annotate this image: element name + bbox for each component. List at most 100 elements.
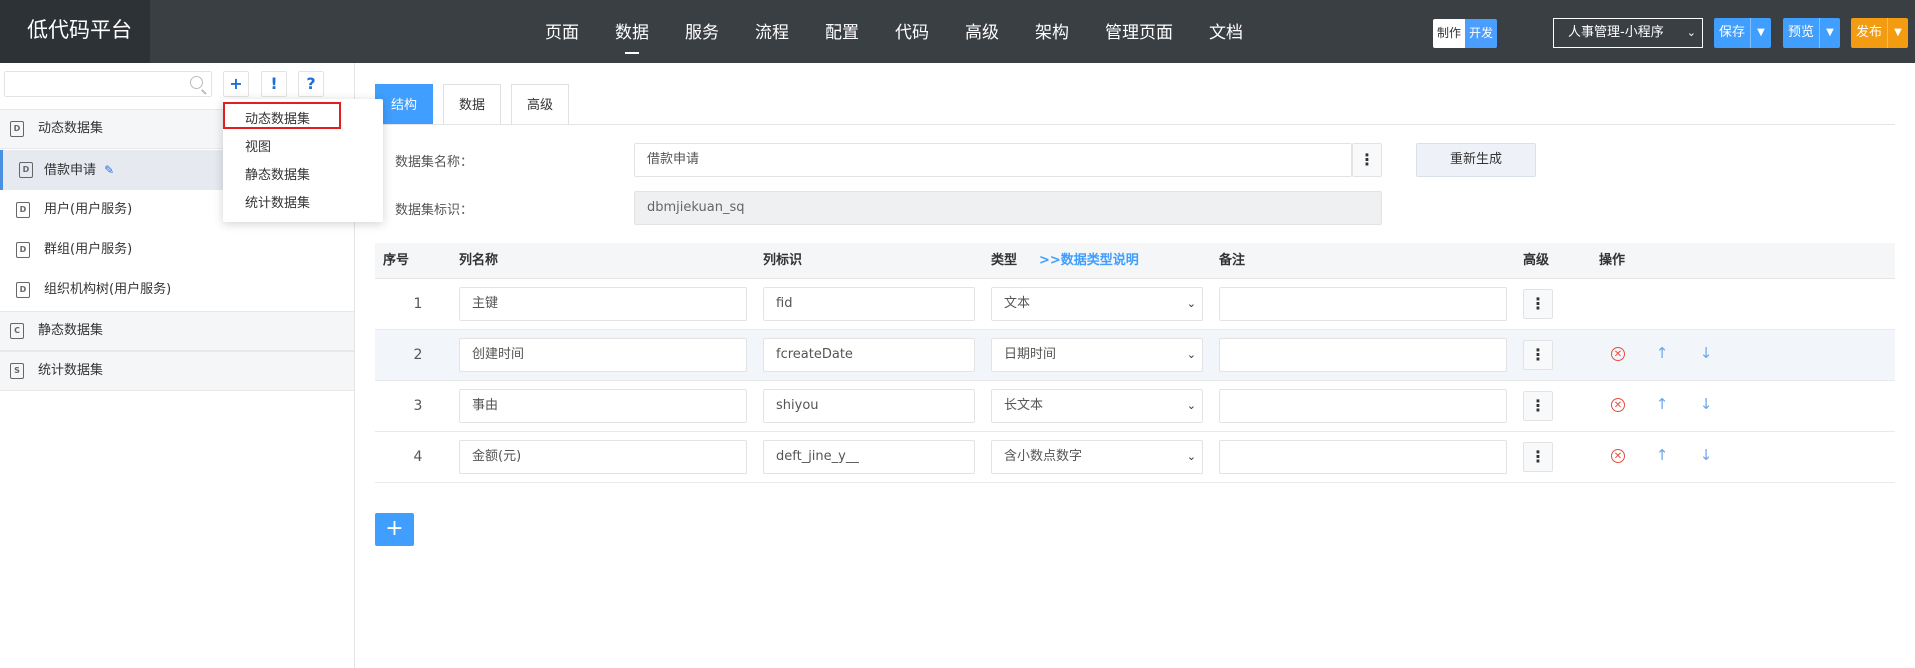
col-name-header: 列名称 — [459, 253, 499, 268]
tree-group-statistics[interactable]: S 统计数据集 — [0, 351, 354, 391]
chevron-down-icon: ⌄ — [1186, 399, 1196, 412]
col-op-header: 操作 — [1599, 253, 1626, 268]
arrow-up-icon[interactable]: ↑ — [1654, 396, 1670, 412]
info-button[interactable]: ! — [261, 71, 287, 97]
column-id-input[interactable]: deft_jine_y__ — [763, 440, 975, 474]
preview-button-label: 预览 — [1788, 25, 1815, 40]
column-remark-input[interactable] — [1219, 440, 1507, 474]
delete-icon[interactable]: ✕ — [1611, 398, 1625, 412]
app-select[interactable]: 人事管理-小程序 ⌄ — [1553, 18, 1703, 48]
menu-item-static-dataset[interactable]: 静态数据集 — [245, 164, 310, 183]
delete-icon[interactable]: ✕ — [1611, 449, 1625, 463]
table-row: 1 主键 fid 文本 ⌄ ⋮ — [375, 279, 1895, 330]
nav-docs[interactable]: 文档 — [1191, 0, 1261, 63]
chevron-down-icon: ⌄ — [1186, 450, 1196, 463]
mode-dev-option[interactable]: 开发 — [1465, 19, 1498, 48]
col-type-header: 类型 — [991, 253, 1018, 268]
arrow-down-icon[interactable]: ↓ — [1698, 345, 1714, 361]
add-button[interactable]: + — [223, 71, 249, 97]
tree-item-label: 借款申请 — [44, 163, 97, 178]
column-type-value: 日期时间 — [1004, 347, 1057, 362]
save-button-label: 保存 — [1719, 25, 1746, 40]
menu-item-view[interactable]: 视图 — [245, 136, 271, 155]
column-name-input[interactable]: 金额(元) — [459, 440, 747, 474]
caret-down-icon[interactable]: ▼ — [1750, 18, 1771, 48]
tab-structure[interactable]: 结构 — [375, 84, 434, 125]
tree-item-group[interactable]: D 群组(用户服务) — [0, 230, 354, 270]
column-name-input[interactable]: 事由 — [459, 389, 747, 423]
column-remark-input[interactable] — [1219, 338, 1507, 372]
search-input[interactable] — [4, 71, 212, 97]
pencil-icon[interactable]: ✎ — [104, 150, 114, 190]
arrow-down-icon[interactable]: ↓ — [1698, 396, 1714, 412]
more-options-icon[interactable]: ⋮ — [1523, 289, 1553, 319]
preview-button[interactable]: 预览 ▼ — [1783, 18, 1841, 48]
column-type-value: 含小数点数字 — [1004, 449, 1083, 464]
tab-data[interactable]: 数据 — [443, 84, 502, 125]
nav-page[interactable]: 页面 — [527, 0, 597, 63]
tree-group-static[interactable]: C 静态数据集 — [0, 311, 354, 351]
column-id-input[interactable]: fid — [763, 287, 975, 321]
arrow-down-icon[interactable]: ↓ — [1698, 447, 1714, 463]
type-help-link[interactable]: >>数据类型说明 — [1039, 243, 1139, 279]
delete-icon[interactable]: ✕ — [1611, 347, 1625, 361]
dataset-icon: D — [16, 202, 30, 218]
table-row: 3 事由 shiyou 长文本 ⌄ ⋮ ✕ ↑ ↓ — [375, 381, 1895, 432]
nav-flow[interactable]: 流程 — [737, 0, 807, 63]
column-remark-input[interactable] — [1219, 389, 1507, 423]
dataset-icon: D — [19, 162, 33, 178]
search-icon[interactable] — [190, 76, 203, 89]
mode-make-option[interactable]: 制作 — [1433, 19, 1466, 48]
dataset-icon: D — [16, 242, 30, 258]
tree-item-label: 群组(用户服务) — [44, 242, 133, 257]
publish-button[interactable]: 发布 ▼ — [1851, 18, 1909, 48]
row-index: 1 — [413, 296, 423, 312]
menu-item-statistics-dataset[interactable]: 统计数据集 — [245, 192, 310, 211]
nav-data[interactable]: 数据 — [597, 0, 667, 63]
chevron-down-icon: ⌄ — [1686, 26, 1696, 39]
caret-down-icon[interactable]: ▼ — [1819, 18, 1840, 48]
column-remark-input[interactable] — [1219, 287, 1507, 321]
column-id-input[interactable]: shiyou — [763, 389, 975, 423]
caret-down-icon[interactable]: ▼ — [1887, 18, 1908, 48]
nav-advanced[interactable]: 高级 — [947, 0, 1017, 63]
arrow-up-icon[interactable]: ↑ — [1654, 345, 1670, 361]
tab-advanced[interactable]: 高级 — [511, 84, 570, 125]
dataset-name-label: 数据集名称： — [395, 155, 474, 170]
publish-button-label: 发布 — [1856, 25, 1883, 40]
save-button[interactable]: 保存 ▼ — [1714, 18, 1772, 48]
more-options-icon[interactable]: ⋮ — [1523, 340, 1553, 370]
column-type-value: 文本 — [1004, 296, 1031, 311]
column-id-input[interactable]: fcreateDate — [763, 338, 975, 372]
static-dataset-icon: C — [10, 323, 24, 339]
column-type-value: 长文本 — [1004, 398, 1044, 413]
mode-toggle[interactable]: 制作 开发 — [1433, 19, 1498, 48]
help-button[interactable]: ? — [298, 71, 324, 97]
nav-service[interactable]: 服务 — [667, 0, 737, 63]
column-type-select[interactable]: 含小数点数字 ⌄ — [991, 440, 1203, 474]
more-options-icon[interactable]: ⋮ — [1352, 143, 1382, 177]
dataset-id-label: 数据集标识： — [395, 203, 474, 218]
nav-architecture[interactable]: 架构 — [1017, 0, 1087, 63]
column-type-select[interactable]: 文本 ⌄ — [991, 287, 1203, 321]
more-options-icon[interactable]: ⋮ — [1523, 391, 1553, 421]
nav-code[interactable]: 代码 — [877, 0, 947, 63]
nav-admin-page[interactable]: 管理页面 — [1087, 0, 1191, 63]
dataset-icon: D — [16, 282, 30, 298]
add-row-button[interactable]: + — [375, 513, 414, 546]
column-name-input[interactable]: 主键 — [459, 287, 747, 321]
chevron-down-icon: ⌄ — [1186, 297, 1196, 310]
tree-item-label: 用户(用户服务) — [44, 202, 133, 217]
dynamic-dataset-icon: D — [10, 121, 24, 137]
column-type-select[interactable]: 长文本 ⌄ — [991, 389, 1203, 423]
menu-item-dynamic-dataset[interactable]: 动态数据集 — [245, 108, 310, 127]
nav-config[interactable]: 配置 — [807, 0, 877, 63]
column-type-select[interactable]: 日期时间 ⌄ — [991, 338, 1203, 372]
column-name-input[interactable]: 创建时间 — [459, 338, 747, 372]
dataset-name-input[interactable]: 借款申请 — [634, 143, 1352, 177]
main-nav: 页面 数据 服务 流程 配置 代码 高级 架构 管理页面 文档 — [527, 0, 1261, 63]
arrow-up-icon[interactable]: ↑ — [1654, 447, 1670, 463]
regenerate-button[interactable]: 重新生成 — [1416, 143, 1536, 177]
more-options-icon[interactable]: ⋮ — [1523, 442, 1553, 472]
tree-item-org-tree[interactable]: D 组织机构树(用户服务) — [0, 270, 354, 310]
